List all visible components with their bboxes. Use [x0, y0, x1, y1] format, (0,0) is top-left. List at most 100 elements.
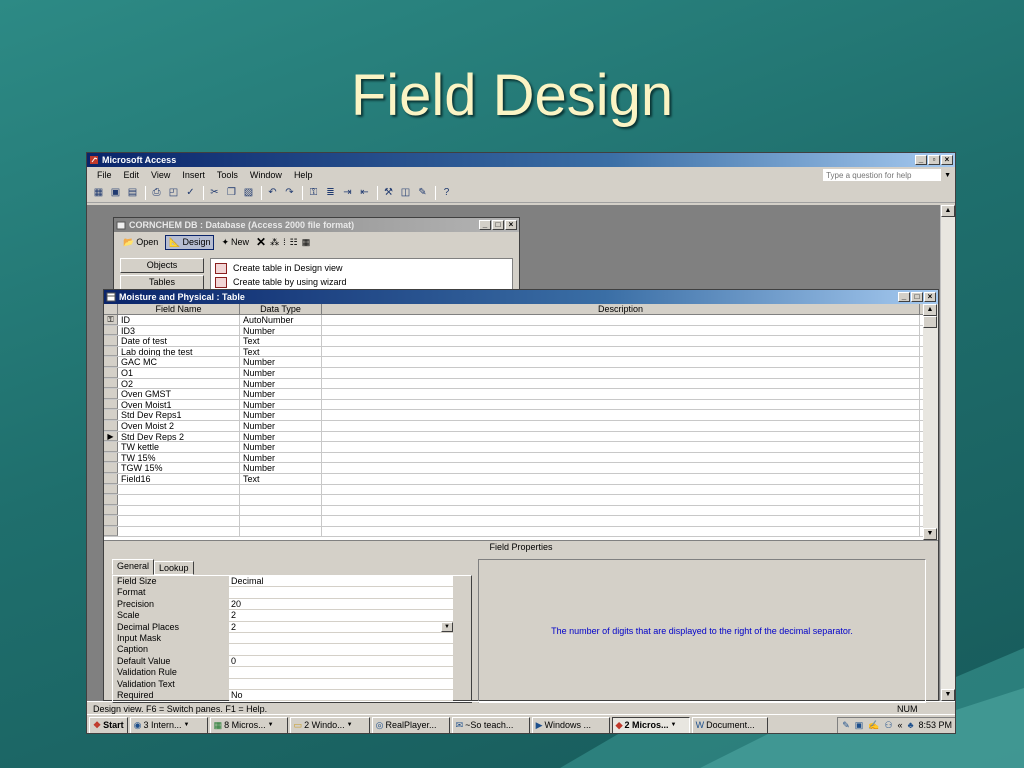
property-value[interactable]: 2 ▼ — [229, 621, 453, 633]
field-name-cell[interactable]: O1 — [118, 367, 240, 378]
redo-icon[interactable]: ↷ — [282, 185, 297, 200]
indexes-icon[interactable]: ≣ — [323, 185, 338, 200]
menu-insert[interactable]: Insert — [176, 170, 211, 180]
description-cell[interactable] — [322, 346, 920, 357]
save-icon[interactable]: ▣ — [108, 185, 123, 200]
field-name-cell[interactable]: Oven Moist1 — [118, 399, 240, 410]
field-name-cell[interactable] — [118, 484, 240, 495]
view-icon[interactable]: ▦ — [91, 185, 106, 200]
table-row[interactable] — [104, 495, 938, 506]
taskbar-item-explorer[interactable]: ▭ 2 Windo... ▼ — [289, 716, 370, 733]
row-selector[interactable] — [104, 463, 118, 473]
column-header-description[interactable]: Description — [322, 304, 920, 314]
table-row[interactable] — [104, 516, 938, 527]
description-cell[interactable] — [322, 367, 920, 378]
delete-icon[interactable]: ✕ — [256, 235, 266, 249]
table-row[interactable] — [104, 526, 938, 538]
network-icon[interactable]: ⚇ — [884, 720, 892, 731]
description-cell[interactable] — [322, 389, 920, 399]
row-selector[interactable] — [104, 325, 118, 336]
row-selector[interactable] — [104, 505, 118, 516]
data-type-cell[interactable] — [240, 495, 322, 505]
field-name-cell[interactable]: TW 15% — [118, 452, 240, 463]
field-name-cell[interactable]: Std Dev Reps 2 — [118, 431, 240, 442]
table-row[interactable]: Lab doing the test Text — [104, 346, 938, 358]
field-name-cell[interactable]: O2 — [118, 378, 240, 389]
data-type-cell[interactable]: Number — [240, 442, 322, 452]
tool-icon[interactable]: ✎ — [842, 720, 850, 731]
row-selector[interactable] — [104, 442, 118, 452]
large-icons-icon[interactable]: ⁂ — [270, 237, 279, 248]
field-name-cell[interactable]: ID — [118, 315, 240, 325]
db-close-button[interactable]: × — [505, 220, 517, 230]
row-selector[interactable] — [104, 452, 118, 463]
insert-rows-icon[interactable]: ⇥ — [340, 185, 355, 200]
table-row[interactable]: ID3 Number — [104, 325, 938, 337]
table-row[interactable]: Std Dev Reps1 Number — [104, 410, 938, 421]
chevron-left-icon[interactable]: « — [898, 720, 903, 730]
field-name-cell[interactable]: ID3 — [118, 325, 240, 336]
field-name-cell[interactable] — [118, 526, 240, 537]
data-type-cell[interactable]: Number — [240, 463, 322, 473]
table-row[interactable]: O1 Number — [104, 367, 938, 379]
db-minimize-button[interactable]: _ — [479, 220, 491, 230]
row-selector[interactable] — [104, 399, 118, 410]
data-type-cell[interactable]: Number — [240, 378, 322, 389]
chevron-down-icon[interactable]: ▼ — [441, 621, 453, 632]
copy-icon[interactable]: ❐ — [224, 185, 239, 200]
taskbar-item-document[interactable]: W Document... — [691, 716, 768, 733]
small-icons-icon[interactable]: ⁞ — [283, 237, 286, 247]
grid-scrollbar[interactable]: ▲ ▼ — [923, 304, 938, 540]
data-type-cell[interactable]: Number — [240, 431, 322, 442]
table-row[interactable]: ▶ Std Dev Reps 2 Number — [104, 431, 938, 443]
close-button[interactable]: × — [941, 155, 953, 165]
description-cell[interactable] — [322, 495, 920, 505]
data-type-cell[interactable] — [240, 484, 322, 495]
table-row[interactable]: GAC MC Number — [104, 357, 938, 368]
scroll-up-icon[interactable]: ▲ — [941, 205, 955, 217]
data-type-cell[interactable]: Text — [240, 346, 322, 357]
property-value[interactable] — [229, 644, 453, 656]
table-row[interactable]: O2 Number — [104, 378, 938, 390]
data-type-cell[interactable]: Number — [240, 399, 322, 410]
property-value[interactable]: No — [229, 689, 453, 702]
property-value[interactable]: Decimal — [229, 576, 453, 588]
menu-window[interactable]: Window — [244, 170, 288, 180]
taskbar-item-internet[interactable]: ◉ 3 Intern... ▼ — [129, 716, 208, 733]
print-icon[interactable]: ⎙ — [149, 185, 164, 200]
field-name-cell[interactable] — [118, 505, 240, 516]
field-name-cell[interactable]: Lab doing the test — [118, 346, 240, 357]
data-type-cell[interactable]: Number — [240, 389, 322, 399]
data-type-cell[interactable] — [240, 526, 322, 537]
field-name-cell[interactable]: Oven Moist 2 — [118, 420, 240, 431]
field-name-cell[interactable]: GAC MC — [118, 357, 240, 367]
data-type-cell[interactable]: Number — [240, 452, 322, 463]
row-selector[interactable] — [104, 473, 118, 484]
table-row[interactable]: ⚿ ID AutoNumber — [104, 315, 938, 326]
row-selector[interactable] — [104, 367, 118, 378]
undo-icon[interactable]: ↶ — [265, 185, 280, 200]
description-cell[interactable] — [322, 442, 920, 452]
list-item[interactable]: Create table in Design view — [215, 261, 508, 275]
table-row[interactable]: TW 15% Number — [104, 452, 938, 464]
table-row[interactable]: Oven Moist1 Number — [104, 399, 938, 411]
data-type-cell[interactable] — [240, 516, 322, 526]
data-type-cell[interactable] — [240, 505, 322, 516]
description-cell[interactable] — [322, 431, 920, 442]
description-cell[interactable] — [322, 463, 920, 473]
field-name-cell[interactable]: TW kettle — [118, 442, 240, 452]
list-item[interactable]: Create table by using wizard — [215, 275, 508, 289]
primary-key-icon[interactable]: ⚿ — [104, 315, 118, 325]
description-cell[interactable] — [322, 505, 920, 516]
list-view-icon[interactable]: ☷ — [290, 237, 298, 248]
paste-icon[interactable]: ▧ — [241, 185, 256, 200]
tab-general[interactable]: General — [112, 559, 155, 575]
design-button[interactable]: 📐 Design — [165, 234, 215, 250]
tab-lookup[interactable]: Lookup — [154, 561, 194, 575]
data-type-cell[interactable]: Number — [240, 357, 322, 367]
data-type-cell[interactable]: Number — [240, 410, 322, 420]
property-value[interactable] — [229, 587, 453, 599]
row-selector[interactable] — [104, 346, 118, 357]
database-window-icon[interactable]: ◫ — [398, 185, 413, 200]
user-icon[interactable]: ♣ — [908, 720, 914, 730]
